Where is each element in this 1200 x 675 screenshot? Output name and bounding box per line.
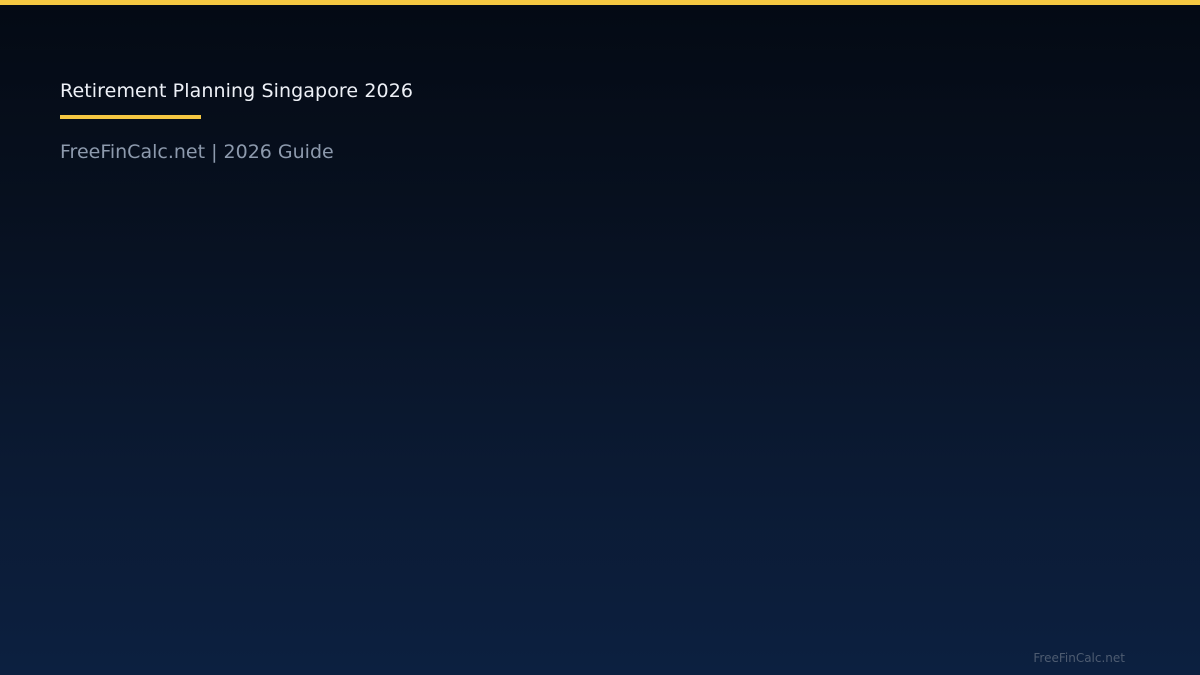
title-accent-underline xyxy=(60,115,201,119)
watermark: FreeFinCalc.net xyxy=(1033,651,1125,665)
slide-subtitle: FreeFinCalc.net | 2026 Guide xyxy=(60,141,334,163)
top-accent-bar xyxy=(0,0,1200,5)
slide-title: Retirement Planning Singapore 2026 xyxy=(60,80,414,102)
